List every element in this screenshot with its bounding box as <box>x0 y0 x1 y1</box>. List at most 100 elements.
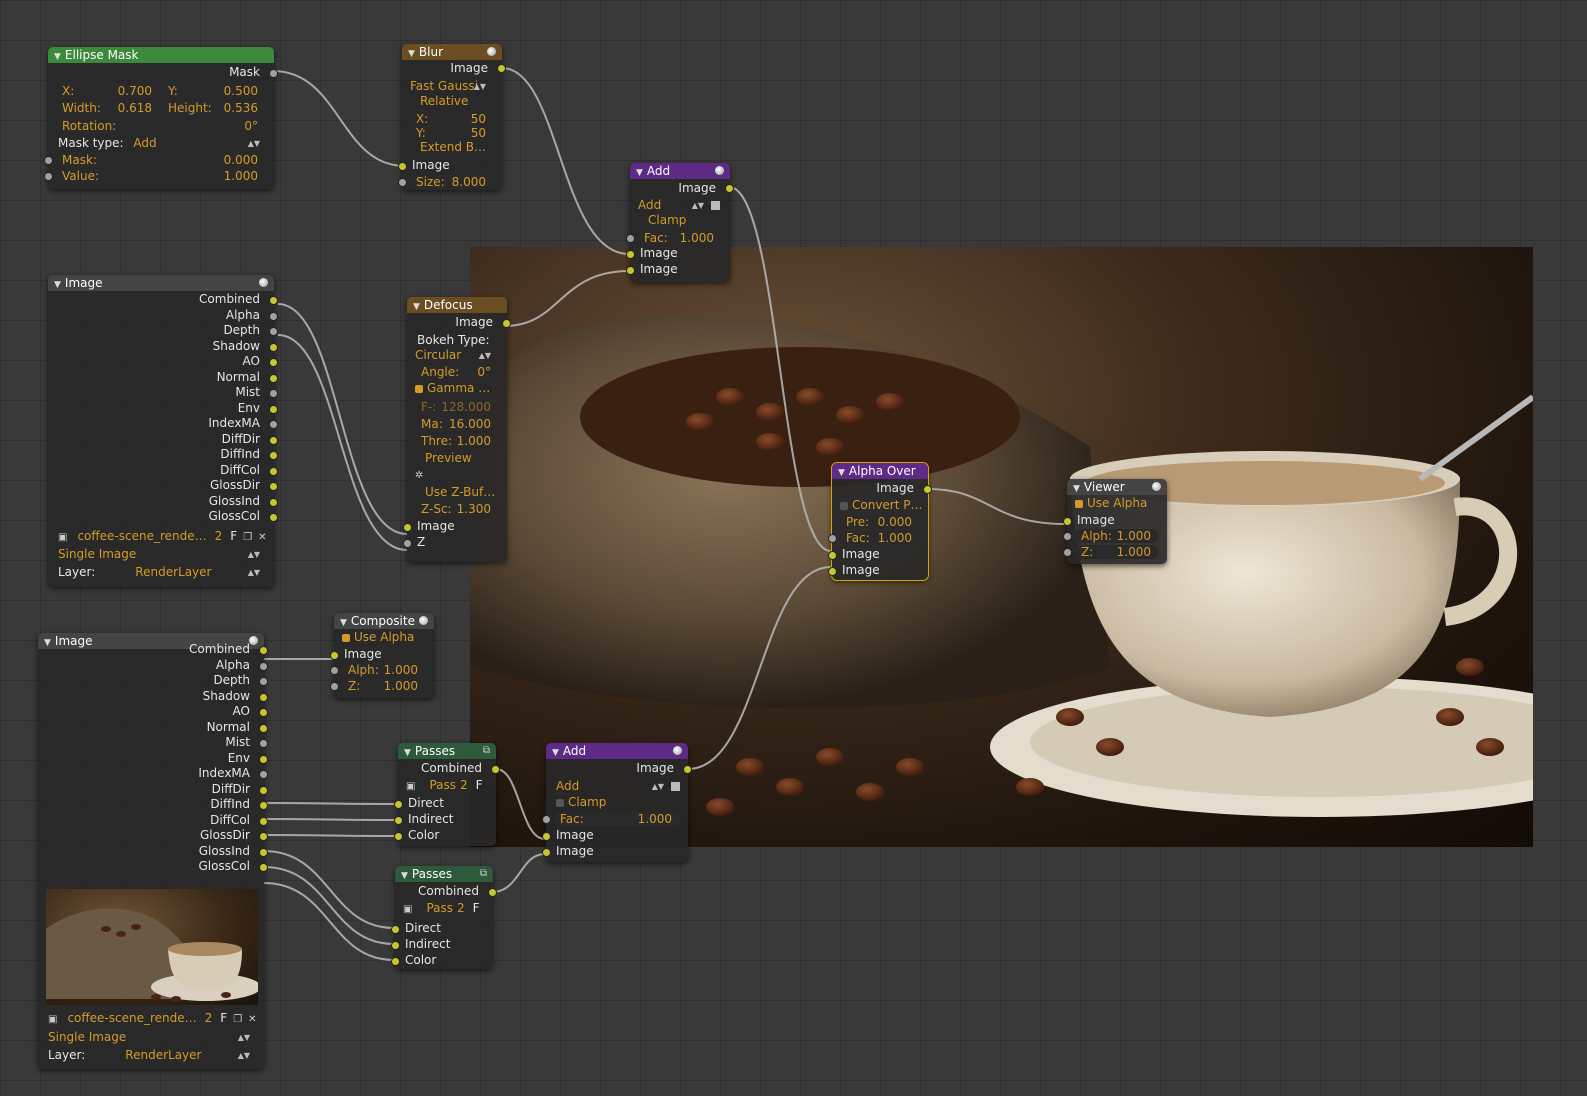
source-select[interactable]: Single Image ▲▼ <box>58 547 268 562</box>
mask-type-select[interactable]: Mask type: Add ▲▼ <box>58 136 268 151</box>
output-pass-socket[interactable] <box>269 497 278 507</box>
output-pass-socket[interactable] <box>269 327 278 336</box>
input-size-socket[interactable] <box>398 178 407 187</box>
scene-selector[interactable]: ✲ <box>415 467 423 482</box>
input-value-socket[interactable] <box>44 172 53 181</box>
output-pass-socket[interactable] <box>269 389 278 398</box>
output-image-socket[interactable] <box>502 319 511 328</box>
output-pass-socket[interactable] <box>269 404 278 414</box>
node-header[interactable]: ▼ Passes ⧉ <box>395 866 493 882</box>
blur-node[interactable]: ▼ Blur Image Fast Gaussi ▲▼ Relative X: 50 … <box>398 44 506 190</box>
input-mask-socket[interactable] <box>44 156 53 165</box>
output-pass-socket[interactable] <box>269 451 278 460</box>
fake-user-button[interactable]: F <box>220 1011 227 1025</box>
output-pass-socket[interactable] <box>259 661 268 671</box>
node-header[interactable]: ▼ Passes ⧉ <box>398 743 496 759</box>
fake-user-button[interactable]: F <box>230 529 237 543</box>
node-header[interactable]: ▼ Viewer <box>1067 479 1167 495</box>
alpha-field[interactable]: Alph: 1.000 <box>342 663 426 677</box>
output-pass-socket[interactable] <box>269 420 278 429</box>
rotation-field[interactable]: Rotation: 0° <box>56 119 266 133</box>
image-file-selector[interactable]: ▣ coffee-scene_rende… 2 F ❐ ✕ <box>48 1011 258 1026</box>
blend-type-select[interactable]: Add ▲▼ <box>556 779 682 794</box>
output-mask-socket[interactable] <box>269 69 278 78</box>
node-header[interactable]: ▼ Alpha Over <box>832 463 928 479</box>
image-node-2[interactable]: ▼ Image Combined Alpha Depth Shadow AO Normal M… <box>38 633 268 1069</box>
node-pin-icon[interactable] <box>715 166 724 175</box>
node-header[interactable]: ▼ Image <box>48 275 274 291</box>
composite-node[interactable]: ▼ Composite Use Alpha Image Alph: 1.000 Z:… <box>330 613 434 698</box>
input-z-socket[interactable] <box>403 539 412 548</box>
threshold-field[interactable]: Thre: 1.000 <box>415 434 499 448</box>
output-pass-socket[interactable] <box>269 466 278 476</box>
blur-y-field[interactable]: Y: 50 <box>410 126 494 140</box>
output-pass-socket[interactable] <box>259 692 268 702</box>
passes-node-1[interactable]: ▼ Passes ⧉ Combined ▣ Pass 2 F Direct Indirec… <box>394 743 500 846</box>
z-field[interactable]: Z: 1.000 <box>1075 545 1159 559</box>
output-pass-socket[interactable] <box>259 816 268 826</box>
output-image-socket[interactable] <box>497 64 506 73</box>
output-combined-socket[interactable] <box>488 888 497 897</box>
height-field[interactable]: Height: 0.536 <box>162 101 266 115</box>
fake-user-button[interactable]: F <box>476 778 483 792</box>
close-icon[interactable]: ✕ <box>258 530 266 545</box>
input-color-socket[interactable] <box>394 832 403 841</box>
preview-toggle[interactable]: Preview <box>425 451 472 466</box>
input-image-1-socket[interactable] <box>542 832 551 841</box>
premul-field[interactable]: Pre: 0.000 <box>840 515 920 529</box>
input-image-2-socket[interactable] <box>828 567 837 576</box>
output-image-socket[interactable] <box>725 184 734 193</box>
blur-x-field[interactable]: X: 50 <box>410 112 494 126</box>
angle-field[interactable]: Angle: 0° <box>415 365 499 379</box>
output-pass-socket[interactable] <box>269 342 278 352</box>
fac-field[interactable]: Fac: 1.000 <box>554 812 680 826</box>
ellipse-mask-node[interactable]: ▼ Ellipse Mask Mask X: 0.700 Y: 0.500 Width… <box>44 47 278 189</box>
input-z-socket[interactable] <box>1063 548 1072 557</box>
node-header[interactable]: ▼ Composite <box>334 613 434 629</box>
value-field[interactable]: Value: 1.000 <box>56 169 266 183</box>
input-image-socket[interactable] <box>398 162 407 171</box>
z-field[interactable]: Z: 1.000 <box>342 679 426 693</box>
z-scale-field[interactable]: Z-Sc: 1.300 <box>415 502 499 516</box>
y-field[interactable]: Y: 0.500 <box>162 84 266 98</box>
output-pass-socket[interactable] <box>269 482 278 491</box>
node-pin-icon[interactable] <box>673 746 682 755</box>
clamp-toggle[interactable]: Clamp <box>648 213 686 228</box>
output-pass-socket[interactable] <box>269 358 278 367</box>
mask-field[interactable]: Mask: 0.000 <box>56 153 266 167</box>
bokeh-type-select[interactable]: Circular ▲▼ <box>415 348 499 363</box>
use-alpha-toggle[interactable]: Use Alpha <box>342 630 414 645</box>
input-fac-socket[interactable] <box>626 234 635 243</box>
image-node-1[interactable]: ▼ Image Combined Alpha Depth Shadow AO Normal M… <box>48 275 278 587</box>
output-pass-socket[interactable] <box>259 832 268 841</box>
input-alpha-socket[interactable] <box>1063 532 1072 541</box>
input-fac-socket[interactable] <box>542 815 551 824</box>
node-group-selector[interactable]: ▣ Pass 2 F <box>406 778 490 793</box>
group-icon[interactable]: ⧉ <box>480 866 487 882</box>
viewer-node[interactable]: ▼ Viewer Use Alpha Image Alph: 1.000 Z: 1.0… <box>1063 479 1167 564</box>
output-pass-socket[interactable] <box>259 739 268 748</box>
input-image-socket[interactable] <box>330 651 339 660</box>
filter-type-select[interactable]: Fast Gaussi ▲▼ <box>410 79 494 94</box>
group-icon[interactable]: ⧉ <box>483 743 490 759</box>
output-pass-socket[interactable] <box>269 435 278 445</box>
output-combined-socket[interactable] <box>491 765 500 774</box>
output-pass-socket[interactable] <box>269 373 278 383</box>
layer-select[interactable]: Layer: RenderLayer ▲▼ <box>58 565 268 580</box>
output-pass-socket[interactable] <box>269 513 278 522</box>
node-header[interactable]: ▼ Blur <box>402 44 502 60</box>
input-image-socket[interactable] <box>1063 517 1072 526</box>
input-z-socket[interactable] <box>330 682 339 691</box>
use-zbuffer-toggle[interactable]: Use Z-Buf… <box>425 485 495 500</box>
input-alpha-socket[interactable] <box>330 666 339 675</box>
output-pass-socket[interactable] <box>259 754 268 764</box>
clamp-toggle[interactable]: Clamp <box>556 795 606 810</box>
alpha-over-node[interactable]: ▼ Alpha Over Image Convert P… Pre: 0.000 F… <box>828 462 932 581</box>
node-group-selector[interactable]: ▣ Pass 2 F <box>403 901 487 916</box>
blend-type-select[interactable]: Add ▲▼ <box>638 198 722 213</box>
output-image-socket[interactable] <box>923 485 932 494</box>
close-icon[interactable]: ✕ <box>248 1012 256 1027</box>
gamma-toggle[interactable]: Gamma … <box>415 381 490 396</box>
output-pass-socket[interactable] <box>259 708 268 717</box>
node-pin-icon[interactable] <box>1152 482 1161 491</box>
